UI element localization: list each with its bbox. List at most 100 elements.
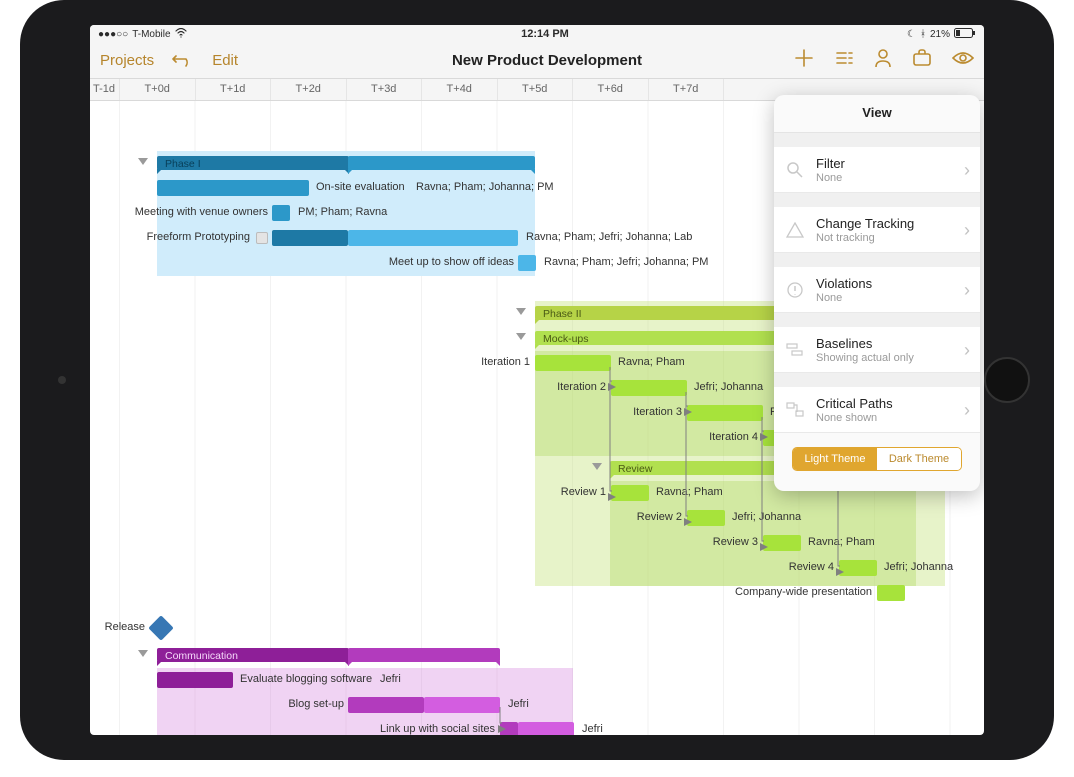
disclosure-icon[interactable] xyxy=(138,158,148,165)
ruler-tick: T-1d xyxy=(90,79,120,100)
freeform-label: Freeform Prototyping xyxy=(90,231,250,243)
disclosure-icon[interactable] xyxy=(516,308,526,315)
baselines-icon xyxy=(784,343,806,357)
rev3-res: Ravna; Pham xyxy=(808,536,875,548)
rev1-bar[interactable] xyxy=(611,485,649,501)
rev3-label: Review 3 xyxy=(90,536,758,548)
dark-theme-button[interactable]: Dark Theme xyxy=(877,448,961,470)
communication-bar-remain[interactable] xyxy=(348,648,500,662)
rev1-label: Review 1 xyxy=(90,486,606,498)
chevron-right-icon: › xyxy=(964,280,970,301)
meetup-bar[interactable] xyxy=(518,255,536,271)
iter1-bar[interactable] xyxy=(535,355,611,371)
linkup-res: Jefri xyxy=(582,723,603,735)
meetup-label: Meet up to show off ideas xyxy=(90,256,514,268)
undo-button[interactable] xyxy=(172,50,194,72)
linkup-bar-remain[interactable] xyxy=(518,722,574,735)
popover-change-tracking[interactable]: Change TrackingNot tracking › xyxy=(774,207,980,253)
blogsetup-bar-done[interactable] xyxy=(348,697,424,713)
critical-path-icon xyxy=(784,402,806,418)
release-milestone[interactable] xyxy=(148,615,173,640)
review-label: Review xyxy=(618,463,652,475)
status-time: 12:14 PM xyxy=(98,28,984,40)
disclosure-icon[interactable] xyxy=(138,650,148,657)
rev2-res: Jefri; Johanna xyxy=(732,511,801,523)
communication-label: Communication xyxy=(165,650,238,662)
disclosure-icon[interactable] xyxy=(592,463,602,470)
blogsetup-res: Jefri xyxy=(508,698,529,710)
iter3-label: Iteration 3 xyxy=(90,406,682,418)
popover-title: View xyxy=(774,95,980,133)
onsite-label: On-site evaluation xyxy=(316,181,405,193)
release-label: Release xyxy=(90,621,145,633)
iter1-label: Iteration 1 xyxy=(90,356,530,368)
add-button[interactable] xyxy=(794,48,814,73)
toolbar: New Product Development Projects Edit xyxy=(90,43,984,79)
ipad-frame: 12:14 PM ●●●○○ T-Mobile ☾ ᚼ 21% New Prod… xyxy=(20,0,1054,760)
ruler-tick: T+7d xyxy=(649,79,725,100)
rev4-bar[interactable] xyxy=(839,560,877,576)
iter3-bar[interactable] xyxy=(687,405,763,421)
ruler-tick: T+2d xyxy=(271,79,347,100)
note-icon[interactable] xyxy=(256,232,268,244)
meeting-label: Meeting with venue owners xyxy=(90,206,268,218)
chevron-right-icon: › xyxy=(964,340,970,361)
meeting-res: PM; Pham; Ravna xyxy=(298,206,387,218)
iter4-label: Iteration 4 xyxy=(90,431,758,443)
onsite-res: Ravna; Pham; Johanna; PM xyxy=(416,181,554,193)
chevron-right-icon: › xyxy=(964,400,970,421)
evalblog-label: Evaluate blogging software xyxy=(240,673,372,685)
companywide-label: Company-wide presentation xyxy=(90,586,872,598)
freeform-res: Ravna; Pham; Jefri; Johanna; Lab xyxy=(526,231,692,243)
linkup-label: Link up with social sites xyxy=(90,723,495,735)
linkup-bar-done[interactable] xyxy=(500,722,518,735)
evalblog-bar[interactable] xyxy=(157,672,233,688)
briefcase-button[interactable] xyxy=(912,49,932,72)
blogsetup-bar-remain[interactable] xyxy=(424,697,500,713)
popover-critical-paths[interactable]: Critical PathsNone shown › xyxy=(774,387,980,433)
ruler-tick: T+0d xyxy=(120,79,196,100)
inspector-button[interactable] xyxy=(834,48,854,73)
disclosure-icon[interactable] xyxy=(516,333,526,340)
edit-button[interactable]: Edit xyxy=(212,52,238,69)
rev2-bar[interactable] xyxy=(687,510,725,526)
projects-button[interactable]: Projects xyxy=(100,52,154,69)
phase2-label: Phase II xyxy=(543,308,582,320)
rev4-res: Jefri; Johanna xyxy=(884,561,953,573)
rev1-res: Ravna; Pham xyxy=(656,486,723,498)
freeform-bar-remain[interactable] xyxy=(348,230,518,246)
triangle-icon xyxy=(784,222,806,238)
evalblog-res: Jefri xyxy=(380,673,401,685)
iter2-res: Jefri; Johanna xyxy=(694,381,763,393)
onsite-bar[interactable] xyxy=(157,180,309,196)
light-theme-button[interactable]: Light Theme xyxy=(793,448,877,470)
chevron-right-icon: › xyxy=(964,160,970,181)
ruler-tick: T+5d xyxy=(498,79,574,100)
resources-button[interactable] xyxy=(874,48,892,73)
search-icon xyxy=(784,161,806,179)
popover-violations[interactable]: ViolationsNone › xyxy=(774,267,980,313)
theme-segmented[interactable]: Light Theme Dark Theme xyxy=(792,447,962,471)
iter2-bar[interactable] xyxy=(611,380,687,396)
ruler-tick: T+3d xyxy=(347,79,423,100)
meeting-bar[interactable] xyxy=(272,205,290,221)
view-popover: View FilterNone › Change TrackingNot tra… xyxy=(774,95,980,491)
ruler-tick: T+6d xyxy=(573,79,649,100)
camera-dot xyxy=(58,376,66,384)
rev3-bar[interactable] xyxy=(763,535,801,551)
status-bar: 12:14 PM ●●●○○ T-Mobile ☾ ᚼ 21% xyxy=(90,25,984,43)
iter1-res: Ravna; Pham xyxy=(618,356,685,368)
violations-icon xyxy=(784,281,806,299)
companywide-bar[interactable] xyxy=(877,585,905,601)
meetup-res: Ravna; Pham; Jefri; Johanna; PM xyxy=(544,256,708,268)
rev4-label: Review 4 xyxy=(90,561,834,573)
chevron-right-icon: › xyxy=(964,220,970,241)
freeform-bar-done[interactable] xyxy=(272,230,348,246)
blogsetup-label: Blog set-up xyxy=(90,698,344,710)
popover-baselines[interactable]: BaselinesShowing actual only › xyxy=(774,327,980,373)
view-button[interactable] xyxy=(952,50,974,71)
popover-filter[interactable]: FilterNone › xyxy=(774,147,980,193)
home-button[interactable] xyxy=(984,357,1030,403)
mockups-label: Mock-ups xyxy=(543,333,589,345)
phase1-bar-remain[interactable] xyxy=(348,156,535,170)
